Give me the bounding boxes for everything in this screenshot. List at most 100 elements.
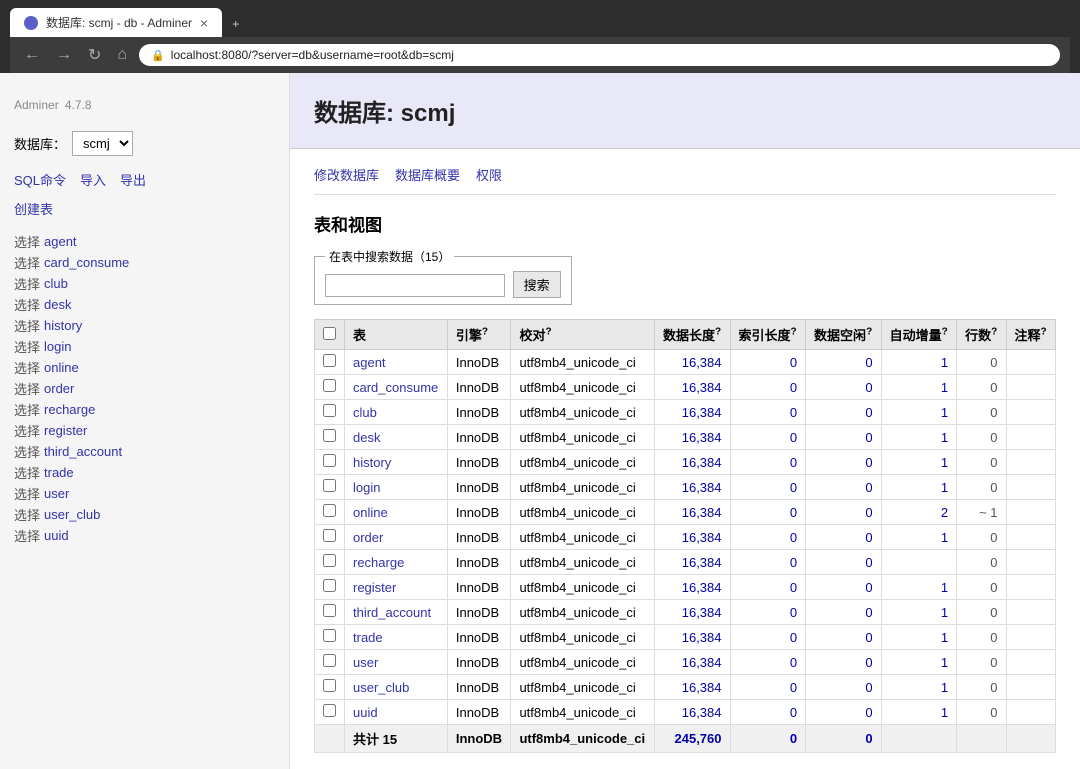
col-header-1[interactable]: 引擎? <box>447 320 511 350</box>
row-checkbox[interactable] <box>323 429 336 442</box>
main-content: 数据库: scmj 修改数据库数据库概要权限 表和视图 在表中搜索数据（15） … <box>290 73 1080 769</box>
table-link-login[interactable]: login <box>44 339 71 354</box>
select-all-checkbox[interactable] <box>323 327 336 340</box>
table-list-item: 选择 card_consume <box>14 253 275 272</box>
row-checkbox[interactable] <box>323 454 336 467</box>
import-link[interactable]: 导入 <box>80 170 106 189</box>
table-link-user[interactable]: user <box>44 486 69 501</box>
forward-button[interactable]: → <box>52 44 76 66</box>
row-checkbox[interactable] <box>323 504 336 517</box>
url-bar[interactable]: 🔒 localhost:8080/?server=db&username=roo… <box>139 44 1060 66</box>
row-checkbox[interactable] <box>323 379 336 392</box>
row-comment <box>1006 600 1055 625</box>
table-link-recharge[interactable]: recharge <box>44 402 95 417</box>
row-name-link[interactable]: order <box>353 530 383 545</box>
row-data-len: 16,384 <box>654 700 730 725</box>
total-data-free: 0 <box>806 725 882 753</box>
row-name-link[interactable]: recharge <box>353 555 404 570</box>
row-name-link[interactable]: user_club <box>353 680 409 695</box>
row-checkbox[interactable] <box>323 404 336 417</box>
row-checkbox[interactable] <box>323 554 336 567</box>
row-checkbox[interactable] <box>323 679 336 692</box>
content-nav-link[interactable]: 权限 <box>476 165 502 184</box>
table-link-trade[interactable]: trade <box>44 465 74 480</box>
row-collation: utf8mb4_unicode_ci <box>511 550 655 575</box>
row-checkbox[interactable] <box>323 354 336 367</box>
col-header-3[interactable]: 数据长度? <box>654 320 730 350</box>
row-checkbox[interactable] <box>323 529 336 542</box>
table-list-item: 选择 online <box>14 358 275 377</box>
row-rows: ~ 1 <box>957 500 1006 525</box>
row-checkbox[interactable] <box>323 629 336 642</box>
row-name-link[interactable]: trade <box>353 630 383 645</box>
row-name-link[interactable]: online <box>353 505 388 520</box>
row-checkbox[interactable] <box>323 654 336 667</box>
row-checkbox[interactable] <box>323 579 336 592</box>
db-select[interactable]: scmj <box>72 131 133 156</box>
table-link-third_account[interactable]: third_account <box>44 444 122 459</box>
search-input[interactable] <box>325 274 505 297</box>
col-header-5[interactable]: 数据空闲? <box>806 320 882 350</box>
table-link-card_consume[interactable]: card_consume <box>44 255 129 270</box>
row-name-link[interactable]: user <box>353 655 378 670</box>
table-list-item: 选择 history <box>14 316 275 335</box>
col-header-2[interactable]: 校对? <box>511 320 655 350</box>
search-button[interactable]: 搜索 <box>513 271 561 298</box>
new-tab-button[interactable]: + <box>222 11 249 37</box>
row-checkbox-cell <box>315 525 345 550</box>
export-link[interactable]: 导出 <box>120 170 146 189</box>
table-link-register[interactable]: register <box>44 423 87 438</box>
row-name-link[interactable]: card_consume <box>353 380 438 395</box>
col-header-7[interactable]: 行数? <box>957 320 1006 350</box>
row-auto-inc: 1 <box>881 475 957 500</box>
row-checkbox[interactable] <box>323 479 336 492</box>
content-nav-link[interactable]: 修改数据库 <box>314 165 379 184</box>
col-header-8[interactable]: 注释? <box>1006 320 1055 350</box>
table-link-uuid[interactable]: uuid <box>44 528 69 543</box>
row-comment <box>1006 500 1055 525</box>
home-button[interactable]: ⌂ <box>113 44 131 66</box>
row-checkbox[interactable] <box>323 704 336 717</box>
table-link-history[interactable]: history <box>44 318 82 333</box>
back-button[interactable]: ← <box>20 44 44 66</box>
row-rows: 0 <box>957 450 1006 475</box>
table-link-online[interactable]: online <box>44 360 79 375</box>
row-name-link[interactable]: register <box>353 580 396 595</box>
table-row: trade InnoDB utf8mb4_unicode_ci 16,384 0… <box>315 625 1056 650</box>
sql-command-link[interactable]: SQL命令 <box>14 170 66 189</box>
row-name-link[interactable]: login <box>353 480 380 495</box>
row-name-link[interactable]: uuid <box>353 705 378 720</box>
total-label: 共计 15 <box>345 725 448 753</box>
row-name: agent <box>345 350 448 375</box>
row-name-link[interactable]: agent <box>353 355 386 370</box>
table-link-club[interactable]: club <box>44 276 68 291</box>
row-engine: InnoDB <box>447 425 511 450</box>
tab-close-button[interactable]: × <box>200 15 208 31</box>
row-data-free: 0 <box>806 350 882 375</box>
active-tab[interactable]: 数据库: scmj - db - Adminer × <box>10 8 222 37</box>
col-header-6[interactable]: 自动增量? <box>881 320 957 350</box>
row-comment <box>1006 550 1055 575</box>
col-header-4[interactable]: 索引长度? <box>730 320 806 350</box>
row-name-link[interactable]: history <box>353 455 391 470</box>
content-area: 修改数据库数据库概要权限 表和视图 在表中搜索数据（15） 搜索 表引擎?校对?… <box>290 149 1080 769</box>
row-name-link[interactable]: desk <box>353 430 380 445</box>
select-label: 选择 <box>14 232 40 251</box>
table-link-order[interactable]: order <box>44 381 74 396</box>
row-checkbox[interactable] <box>323 604 336 617</box>
table-link-desk[interactable]: desk <box>44 297 71 312</box>
row-engine: InnoDB <box>447 400 511 425</box>
row-idx-len: 0 <box>730 350 806 375</box>
table-link-user_club[interactable]: user_club <box>44 507 100 522</box>
reload-button[interactable]: ↻ <box>84 43 105 67</box>
row-idx-len: 0 <box>730 600 806 625</box>
col-header-0[interactable]: 表 <box>345 320 448 350</box>
row-name-link[interactable]: third_account <box>353 605 431 620</box>
row-name-link[interactable]: club <box>353 405 377 420</box>
content-nav-link[interactable]: 数据库概要 <box>395 165 460 184</box>
create-table-link[interactable]: 创建表 <box>14 202 53 217</box>
table-link-agent[interactable]: agent <box>44 234 77 249</box>
row-engine: InnoDB <box>447 550 511 575</box>
row-checkbox-cell <box>315 650 345 675</box>
row-checkbox-cell <box>315 500 345 525</box>
